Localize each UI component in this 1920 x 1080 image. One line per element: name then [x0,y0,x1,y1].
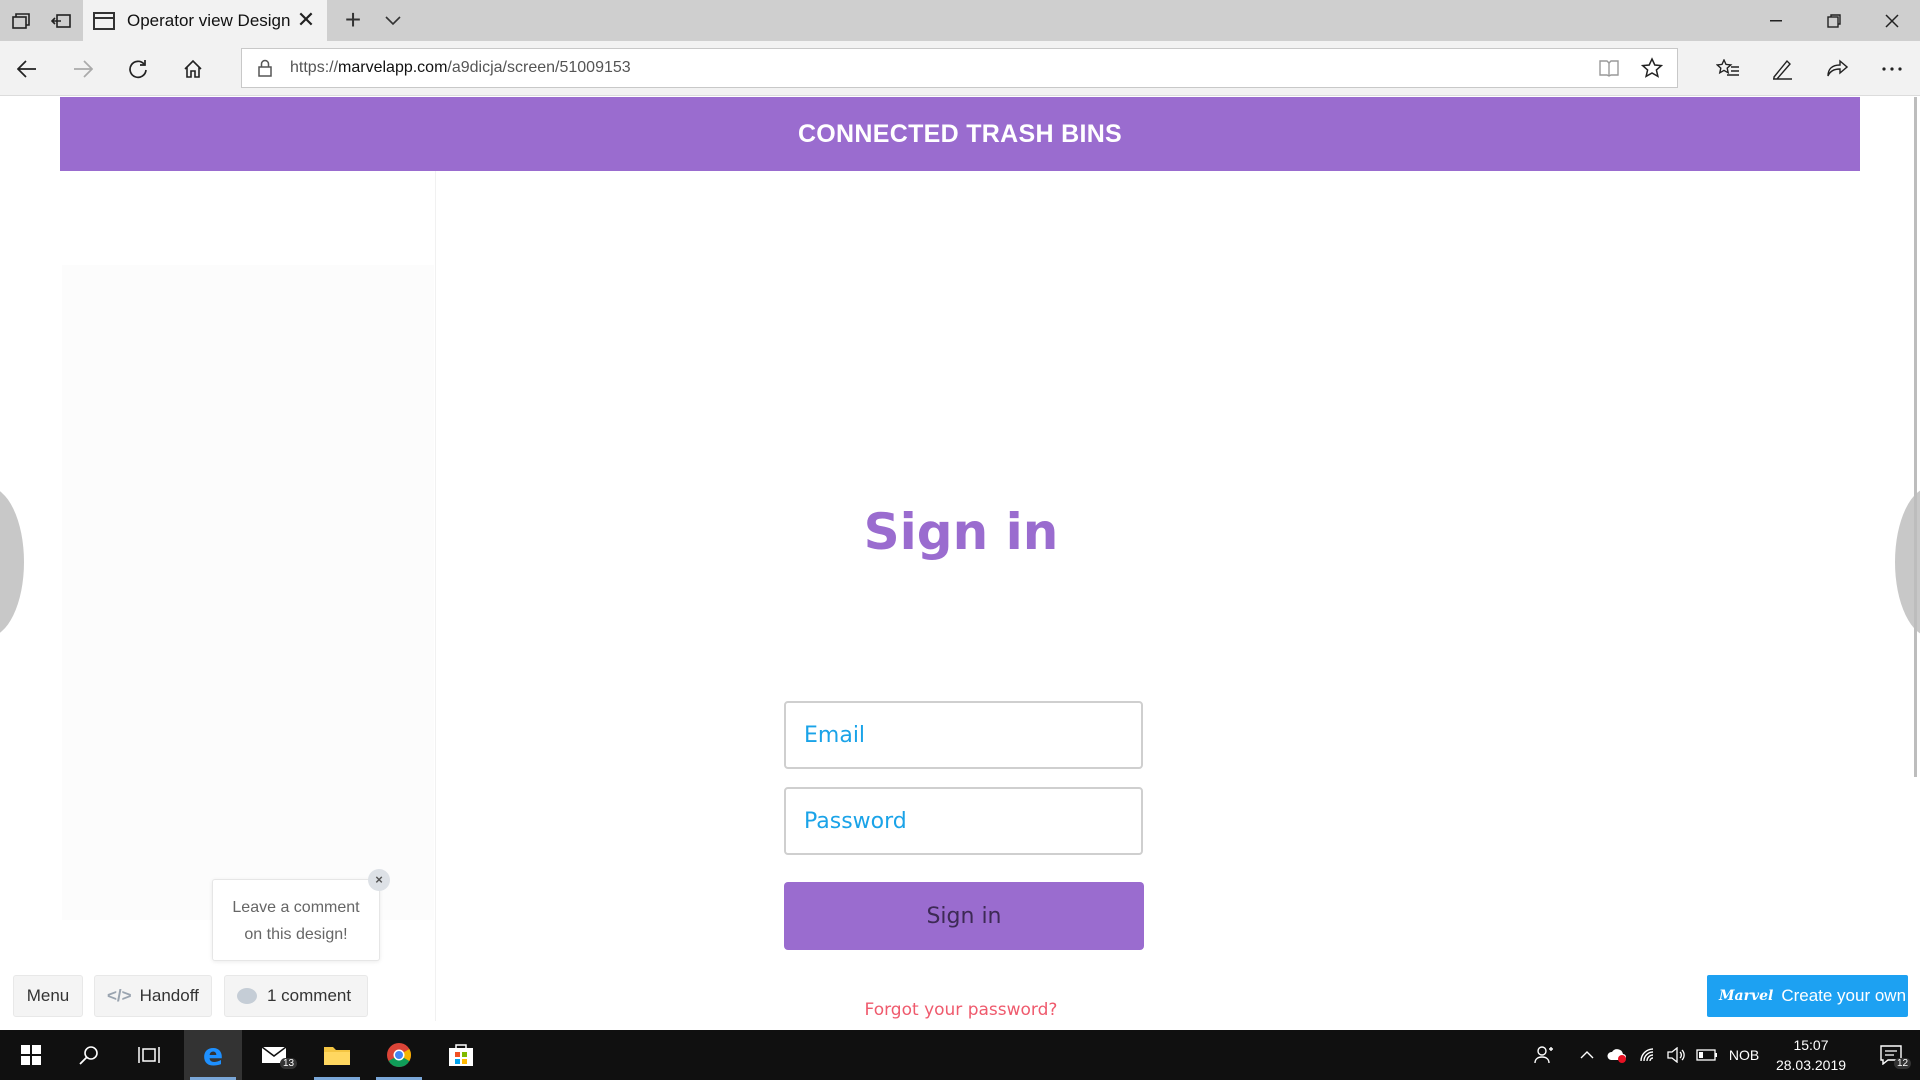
signin-heading: Sign in [863,503,1059,561]
page-icon [93,11,115,30]
handoff-label: Handoff [139,986,199,1005]
clock-date: 28.03.2019 [1775,1057,1847,1073]
close-window-icon[interactable] [1864,0,1920,41]
tooltip-close-icon[interactable]: × [368,869,390,891]
browser-tab-strip: Operator view Design ✕ + [0,0,1920,41]
tab-title: Operator view Design [127,10,291,30]
password-field[interactable] [784,787,1143,855]
language-indicator[interactable]: NOB [1724,1030,1764,1080]
search-icon[interactable] [60,1030,118,1080]
create-your-own-button[interactable]: Marvel Create your own [1707,975,1908,1017]
url-host: marvelapp.com [338,59,448,76]
menu-label: Menu [26,986,70,1005]
onedrive-icon[interactable] [1602,1030,1632,1080]
address-bar[interactable]: https://marvelapp.com/a9dicja/screen/510… [241,48,1678,88]
comment-label: 1 comment [267,986,352,1005]
forward-icon[interactable] [56,41,110,96]
restore-icon[interactable] [1806,0,1862,41]
code-icon: </> [107,986,132,1005]
windows-taskbar: e 13 NOB 15:07 28.03.2019 12 [0,1030,1920,1080]
wifi-icon[interactable] [1634,1030,1664,1080]
comment-tooltip: Leave a comment on this design! [212,879,380,961]
lock-icon [258,59,272,82]
marvel-logo: Marvel [1719,988,1774,1004]
chevron-up-icon[interactable] [1572,1030,1602,1080]
chrome-icon[interactable] [370,1030,428,1080]
signin-button[interactable]: Sign in [784,882,1144,950]
new-tab-icon[interactable]: + [338,0,368,41]
battery-icon[interactable] [1692,1030,1722,1080]
prototype-page: CONNECTED TRASH BINS Sign in Sign in For… [0,97,1920,1030]
tab-manager-icon[interactable] [2,0,40,41]
back-icon[interactable] [0,41,54,96]
app-header-title: CONNECTED TRASH BINS [797,119,1123,148]
chevron-down-icon[interactable] [378,0,408,41]
favorite-star-icon[interactable] [1640,57,1664,84]
url-prefix: https:// [290,59,339,76]
tab-operator-view[interactable]: Operator view Design ✕ [83,0,327,41]
minimize-icon[interactable] [1748,0,1804,41]
app-header: CONNECTED TRASH BINS [60,97,1860,171]
notification-badge: 12 [1894,1058,1912,1069]
reading-view-icon[interactable] [1599,59,1619,82]
favorites-hub-icon[interactable] [1701,41,1755,96]
system-clock[interactable]: 15:07 28.03.2019 [1766,1035,1856,1075]
set-aside-tabs-icon[interactable] [42,0,80,41]
create-your-own-label: Create your own [1781,986,1907,1005]
file-explorer-icon[interactable] [308,1030,366,1080]
tooltip-line-2: on this design! [244,926,348,943]
browser-toolbar: https://marvelapp.com/a9dicja/screen/510… [0,41,1920,96]
start-windows-icon[interactable] [2,1030,60,1080]
store-icon[interactable] [432,1030,490,1080]
url-path: /a9dicja/screen/51009153 [447,59,631,76]
clock-time: 15:07 [1793,1037,1829,1053]
email-field[interactable] [784,701,1143,769]
tooltip-line-1: Leave a comment [232,899,360,916]
action-center-icon[interactable]: 12 [1866,1030,1916,1080]
volume-icon[interactable] [1662,1030,1692,1080]
menu-button[interactable]: Menu [13,975,83,1017]
page-scrollbar[interactable] [1914,97,1917,777]
comment-bubble-icon [237,988,257,1004]
edge-browser-icon[interactable]: e [184,1030,242,1080]
mail-icon[interactable]: 13 [246,1030,304,1080]
more-options-icon[interactable] [1865,41,1919,96]
handoff-button[interactable]: </> Handoff [94,975,212,1017]
people-icon[interactable] [1524,1030,1564,1080]
edge-logo: e [202,1037,224,1073]
share-icon[interactable] [1810,41,1864,96]
url-text: https://marvelapp.com/a9dicja/screen/510… [290,59,631,77]
tab-close-icon[interactable]: ✕ [295,9,317,31]
left-panel-area [62,265,434,920]
home-icon[interactable] [166,41,220,96]
comments-button[interactable]: 1 comment [224,975,368,1017]
mail-badge: 13 [280,1058,298,1069]
pen-notes-icon[interactable] [1755,41,1809,96]
refresh-icon[interactable] [111,41,165,96]
task-view-icon[interactable] [120,1030,178,1080]
